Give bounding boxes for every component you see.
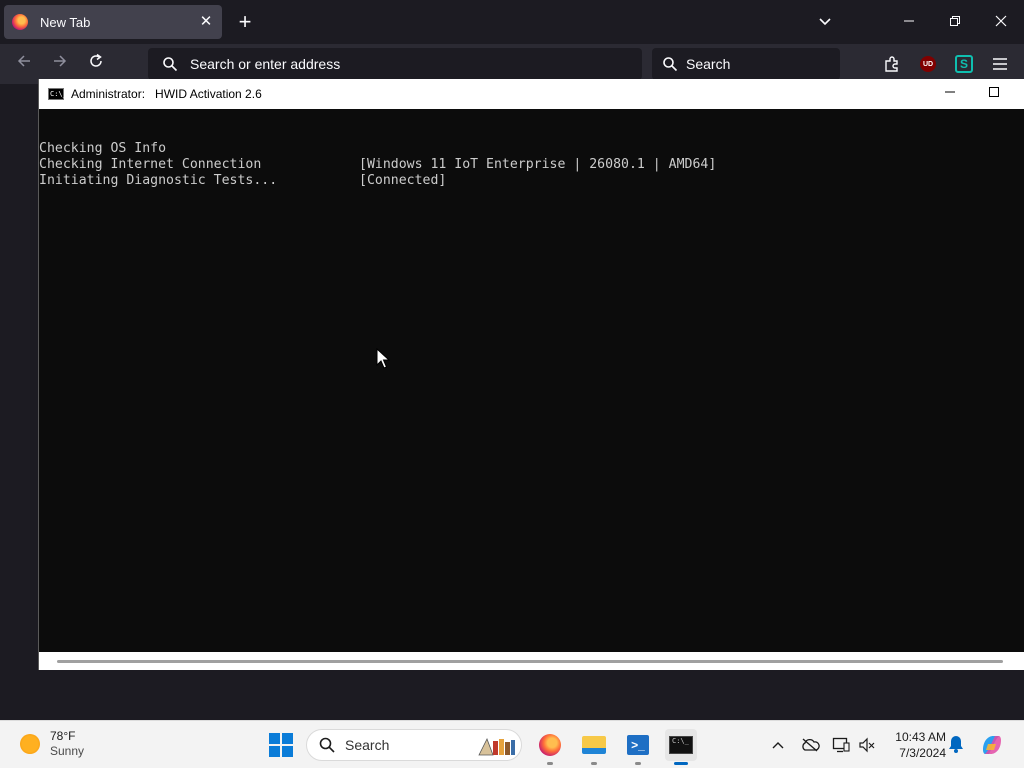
reload-button[interactable]	[82, 50, 110, 78]
search-highlight-icon	[478, 738, 515, 756]
console-title-bar[interactable]: C:\_ Administrator: HWID Activation 2.6	[39, 79, 1024, 109]
file-explorer-taskbar-button[interactable]	[578, 729, 610, 765]
firefox-icon	[12, 14, 28, 30]
console-minimize-button[interactable]	[928, 80, 972, 108]
scrollbar-thumb[interactable]	[57, 660, 1003, 663]
back-button[interactable]	[10, 50, 38, 78]
powershell-taskbar-button[interactable]: >_	[622, 729, 654, 765]
reload-icon	[90, 53, 102, 67]
powershell-icon: >_	[627, 735, 649, 755]
console-maximize-button[interactable]	[972, 80, 1016, 108]
app-menu-button[interactable]	[988, 52, 1012, 76]
s-extension-button[interactable]: S	[952, 52, 976, 76]
sun-icon	[20, 734, 40, 754]
hamburger-menu-icon	[993, 58, 1007, 70]
notification-bell-icon[interactable]	[948, 735, 964, 753]
url-bar[interactable]: Search or enter address	[148, 48, 642, 80]
console-output[interactable]: Checking OS Info [Windows 11 IoT Enterpr…	[39, 109, 1024, 652]
close-tab-icon[interactable]: ✕	[196, 12, 216, 32]
restore-button[interactable]	[932, 8, 978, 36]
console-line-value: [Connected]	[359, 173, 447, 188]
cmd-icon: C:\_	[48, 88, 67, 100]
terminal-taskbar-button[interactable]: C:\_	[665, 729, 697, 765]
weather-condition: Sunny	[50, 744, 85, 758]
clock-date: 7/3/2024	[899, 746, 946, 760]
close-icon	[995, 15, 1007, 27]
search-bar-placeholder: Search	[686, 56, 731, 72]
restore-icon	[950, 16, 960, 26]
extensions-button[interactable]	[880, 52, 904, 76]
taskbar-search[interactable]: Search	[306, 729, 522, 761]
search-icon	[163, 57, 178, 72]
console-line: Checking Internet Connection [Connected]	[39, 141, 1024, 188]
mouse-pointer-icon	[376, 348, 390, 369]
maximize-icon	[989, 87, 999, 97]
clock[interactable]: 10:43 AM 7/3/2024	[884, 729, 946, 761]
firefox-icon	[539, 734, 561, 756]
onedrive-tray-icon[interactable]	[798, 733, 822, 757]
chevron-down-icon	[819, 18, 831, 26]
minimize-button[interactable]	[886, 8, 932, 36]
console-window[interactable]: C:\_ Administrator: HWID Activation 2.6 …	[38, 79, 1024, 670]
terminal-icon: C:\_	[669, 736, 693, 754]
start-button[interactable]	[265, 729, 297, 761]
puzzle-icon	[885, 56, 898, 72]
console-line: Checking OS Info [Windows 11 IoT Enterpr…	[39, 125, 1024, 172]
console-title-prefix: Administrator:	[71, 87, 146, 101]
show-hidden-icons-button[interactable]	[766, 733, 790, 757]
console-title: HWID Activation 2.6	[155, 87, 262, 101]
monitor-icon	[832, 737, 850, 753]
firefox-taskbar-button[interactable]	[534, 729, 566, 765]
console-line: Initiating Diagnostic Tests...	[39, 157, 1024, 188]
search-icon	[319, 737, 335, 753]
speaker-muted-icon	[859, 737, 875, 753]
taskbar: 78°F Sunny Search >_ C:\_ 10:43 AM 7/3/2…	[0, 720, 1024, 768]
minimize-icon	[904, 20, 914, 22]
taskbar-search-label: Search	[345, 737, 390, 753]
tab-title: New Tab	[40, 14, 91, 30]
minimize-icon	[945, 91, 955, 93]
arrow-left-icon	[17, 55, 30, 67]
weather-temperature: 78°F	[50, 729, 76, 743]
search-bar[interactable]: Search	[652, 48, 840, 80]
sound-tray-icon[interactable]	[855, 733, 879, 757]
active-indicator	[674, 762, 688, 765]
weather-widget[interactable]: 78°F Sunny	[20, 729, 84, 759]
new-tab-button[interactable]: +	[232, 9, 258, 35]
ublock-extension-button[interactable]: UD	[916, 52, 940, 76]
tab-new-tab[interactable]: New Tab ✕	[4, 5, 222, 39]
running-indicator	[547, 762, 553, 765]
clock-time: 10:43 AM	[895, 730, 946, 744]
search-icon	[663, 57, 678, 72]
console-line-label: Initiating Diagnostic Tests...	[39, 173, 278, 188]
list-all-tabs-button[interactable]	[812, 11, 838, 33]
ublock-icon: UD	[920, 56, 936, 72]
close-window-button[interactable]	[978, 8, 1024, 36]
display-tray-icon[interactable]	[829, 733, 853, 757]
running-indicator	[591, 762, 597, 765]
arrow-right-icon	[54, 55, 67, 67]
browser-tab-strip: New Tab ✕ +	[0, 0, 1024, 44]
folder-icon	[582, 736, 606, 754]
cloud-off-icon	[802, 738, 820, 752]
s-extension-icon: S	[955, 55, 973, 73]
running-indicator	[635, 762, 641, 765]
forward-button[interactable]	[46, 50, 74, 78]
chevron-up-icon	[772, 742, 784, 749]
url-bar-placeholder: Search or enter address	[190, 56, 341, 72]
horizontal-scrollbar[interactable]	[39, 652, 1024, 670]
copilot-icon[interactable]	[979, 732, 1005, 758]
browser-nav-bar: Search or enter address Search UD S	[0, 44, 1024, 84]
windows-logo-icon	[269, 733, 293, 757]
